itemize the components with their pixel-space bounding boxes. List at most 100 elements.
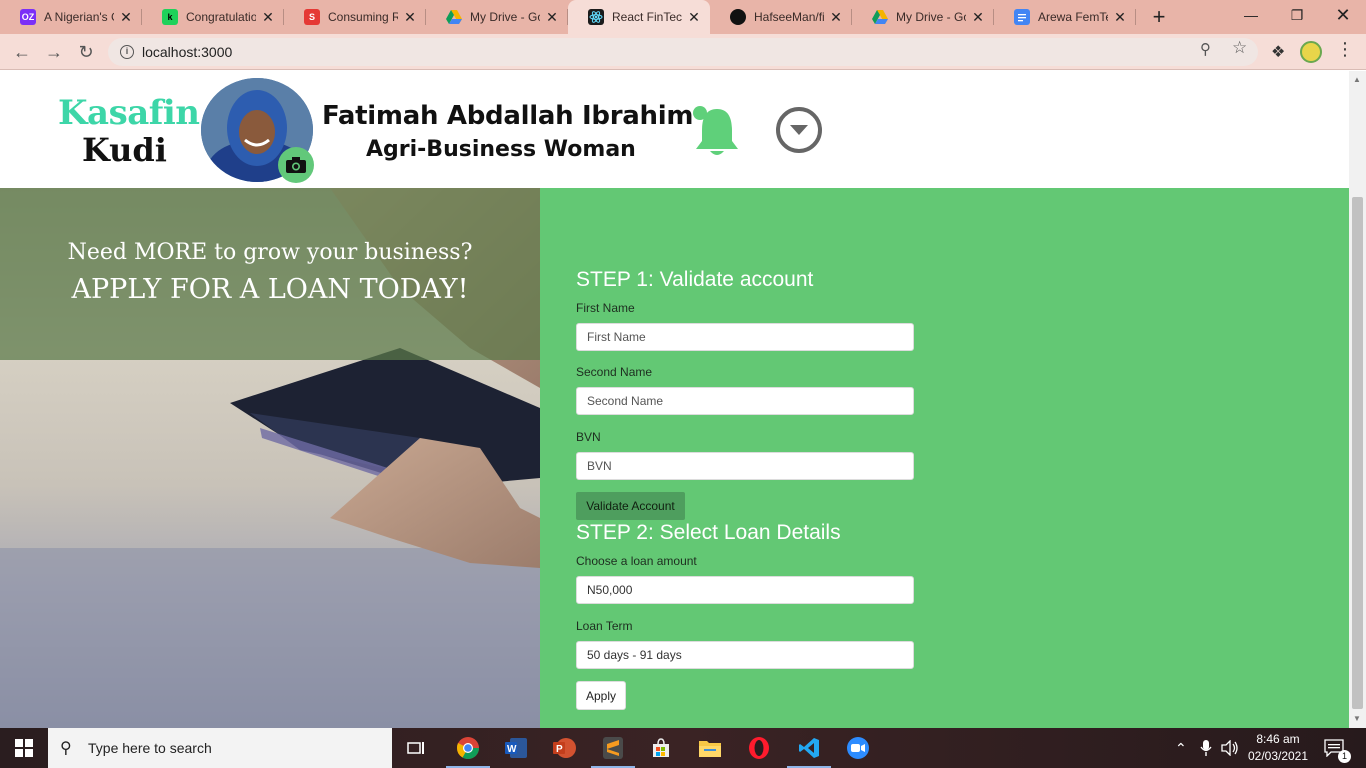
scroll-up-icon[interactable]: ▲ [1353, 75, 1361, 84]
loan-form: STEP 1: Validate account First Name Seco… [540, 188, 1349, 728]
site-info-icon[interactable]: i [120, 45, 134, 59]
tab-close-icon[interactable]: ✕ [970, 9, 986, 26]
camera-icon[interactable] [278, 147, 314, 183]
new-tab-button[interactable]: + [1144, 0, 1174, 34]
browser-tab[interactable]: OZ A Nigerian's G ✕ [0, 0, 142, 34]
tab-label: A Nigerian's G [44, 10, 114, 24]
system-clock[interactable]: 8:46 am 02/03/2021 [1242, 731, 1314, 765]
notifications-icon[interactable]: 1 [1324, 728, 1351, 768]
brand-name-line1: Kasafin [58, 93, 200, 133]
loan-term-input[interactable] [576, 641, 914, 669]
tab-close-icon[interactable]: ✕ [1112, 9, 1128, 26]
url-text: localhost:3000 [142, 44, 233, 60]
app-header: Kasafin Kudi Fatimah Abdallah Ibrahim Ag… [0, 71, 1349, 188]
browser-tab[interactable]: k Congratulation ✕ [142, 0, 284, 34]
tab-separator [1135, 9, 1136, 25]
browser-tab[interactable]: My Drive - Go ✕ [426, 0, 568, 34]
file-explorer-icon[interactable] [686, 728, 734, 768]
tab-list: OZ A Nigerian's G ✕ k Congratulation ✕ S Consum… [0, 0, 1136, 34]
menu-kebab-icon[interactable]: ⋮ [1336, 39, 1354, 60]
tab-label: My Drive - Go [470, 10, 540, 24]
opera-app-icon[interactable] [735, 728, 783, 768]
hero-headline: APPLY FOR A LOAN TODAY! [71, 274, 469, 305]
step1-title: STEP 1: Validate account [576, 268, 814, 291]
tab-close-icon[interactable]: ✕ [686, 9, 702, 26]
browser-tab[interactable]: My Drive - Goo ✕ [852, 0, 994, 34]
step2-title: STEP 2: Select Loan Details [576, 521, 841, 544]
svg-text:W: W [507, 744, 517, 755]
scroll-thumb[interactable] [1352, 197, 1363, 709]
page-scrollbar[interactable]: ▲ ▼ [1349, 71, 1366, 728]
loan-amount-input[interactable] [576, 576, 914, 604]
back-icon[interactable]: ← [10, 40, 34, 64]
browser-tab[interactable]: Arewa FemTec ✕ [994, 0, 1136, 34]
minimize-button[interactable]: — [1228, 0, 1274, 30]
zoom-icon[interactable]: ⚲ [1200, 40, 1211, 58]
profile-avatar[interactable] [1300, 41, 1322, 63]
validate-account-button[interactable]: Validate Account [576, 492, 685, 520]
microphone-icon[interactable] [1200, 728, 1212, 768]
store-app-icon[interactable] [637, 728, 685, 768]
chevron-down-icon[interactable] [776, 107, 822, 153]
address-bar[interactable]: i localhost:3000 [108, 38, 1258, 66]
svg-text:P: P [556, 744, 563, 755]
second-name-input[interactable] [576, 387, 914, 415]
first-name-label: First Name [576, 301, 635, 315]
github-favicon-icon [730, 9, 746, 25]
loan-amount-label: Choose a loan amount [576, 554, 697, 568]
clock-time: 8:46 am [1256, 732, 1300, 746]
tab-close-icon[interactable]: ✕ [544, 9, 560, 26]
task-view-icon[interactable] [392, 728, 440, 768]
powerpoint-app-icon[interactable]: P [540, 728, 588, 768]
extensions-puzzle-icon[interactable]: ❖ [1271, 42, 1285, 62]
windows-start-icon[interactable] [0, 728, 48, 768]
drive-favicon-icon [446, 9, 462, 25]
bookmark-star-icon[interactable]: ☆ [1232, 38, 1247, 58]
hero-image: Need MORE to grow your business? APPLY F… [0, 188, 540, 728]
tab-close-icon[interactable]: ✕ [828, 9, 844, 26]
taskbar-search[interactable]: ⚲ Type here to search [48, 728, 392, 768]
apply-button[interactable]: Apply [576, 681, 626, 710]
browser-toolbar: ← → ↻ i localhost:3000 ⚲ ☆ ❖ ⋮ [0, 34, 1366, 70]
tab-label: Consuming RE [328, 10, 398, 24]
tab-close-icon[interactable]: ✕ [402, 9, 418, 26]
close-window-button[interactable]: ✕ [1320, 0, 1366, 30]
browser-tab[interactable]: HafseeMan/fin ✕ [710, 0, 852, 34]
second-name-label: Second Name [576, 365, 653, 379]
browser-tab[interactable]: React FinTech ✕ [568, 0, 710, 34]
scroll-down-icon[interactable]: ▼ [1353, 714, 1361, 723]
react-favicon-icon [588, 9, 604, 25]
forward-icon[interactable]: → [42, 40, 66, 64]
browser-tab[interactable]: S Consuming RE ✕ [284, 0, 426, 34]
clock-date: 02/03/2021 [1247, 749, 1309, 763]
vscode-app-icon[interactable] [785, 728, 833, 768]
zoom-app-icon[interactable] [834, 728, 882, 768]
volume-icon[interactable] [1221, 728, 1239, 768]
taskbar-search-placeholder: Type here to search [88, 740, 212, 756]
chrome-app-icon[interactable] [444, 728, 492, 768]
S-favicon-icon: S [304, 9, 320, 25]
k-favicon-icon: k [162, 9, 178, 25]
tab-label: Congratulation [186, 10, 256, 24]
brand-name-line2: Kudi [82, 131, 167, 169]
web-page: Kasafin Kudi Fatimah Abdallah Ibrahim Ag… [0, 71, 1349, 728]
hero-tagline: Need MORE to grow your business? [67, 240, 473, 265]
browser-tab-strip: OZ A Nigerian's G ✕ k Congratulation ✕ S Consum… [0, 0, 1366, 34]
bvn-input[interactable] [576, 452, 914, 480]
notification-count-badge: 1 [1338, 750, 1351, 763]
show-hidden-icons[interactable]: ⌃ [1175, 728, 1187, 768]
tab-close-icon[interactable]: ✕ [260, 9, 276, 26]
user-name: Fatimah Abdallah Ibrahim [322, 101, 694, 131]
first-name-input[interactable] [576, 323, 914, 351]
search-icon: ⚲ [60, 740, 72, 757]
reload-icon[interactable]: ↻ [74, 40, 98, 64]
tab-label: React FinTech [612, 10, 682, 24]
tab-label: My Drive - Goo [896, 10, 966, 24]
sublime-app-icon[interactable] [589, 728, 637, 768]
word-app-icon[interactable]: W [492, 728, 540, 768]
notification-bell-icon[interactable] [690, 103, 744, 164]
tab-close-icon[interactable]: ✕ [118, 9, 134, 26]
OZ-favicon-icon: OZ [20, 9, 36, 25]
tab-label: Arewa FemTec [1038, 10, 1108, 24]
restore-button[interactable]: ❐ [1274, 0, 1320, 30]
